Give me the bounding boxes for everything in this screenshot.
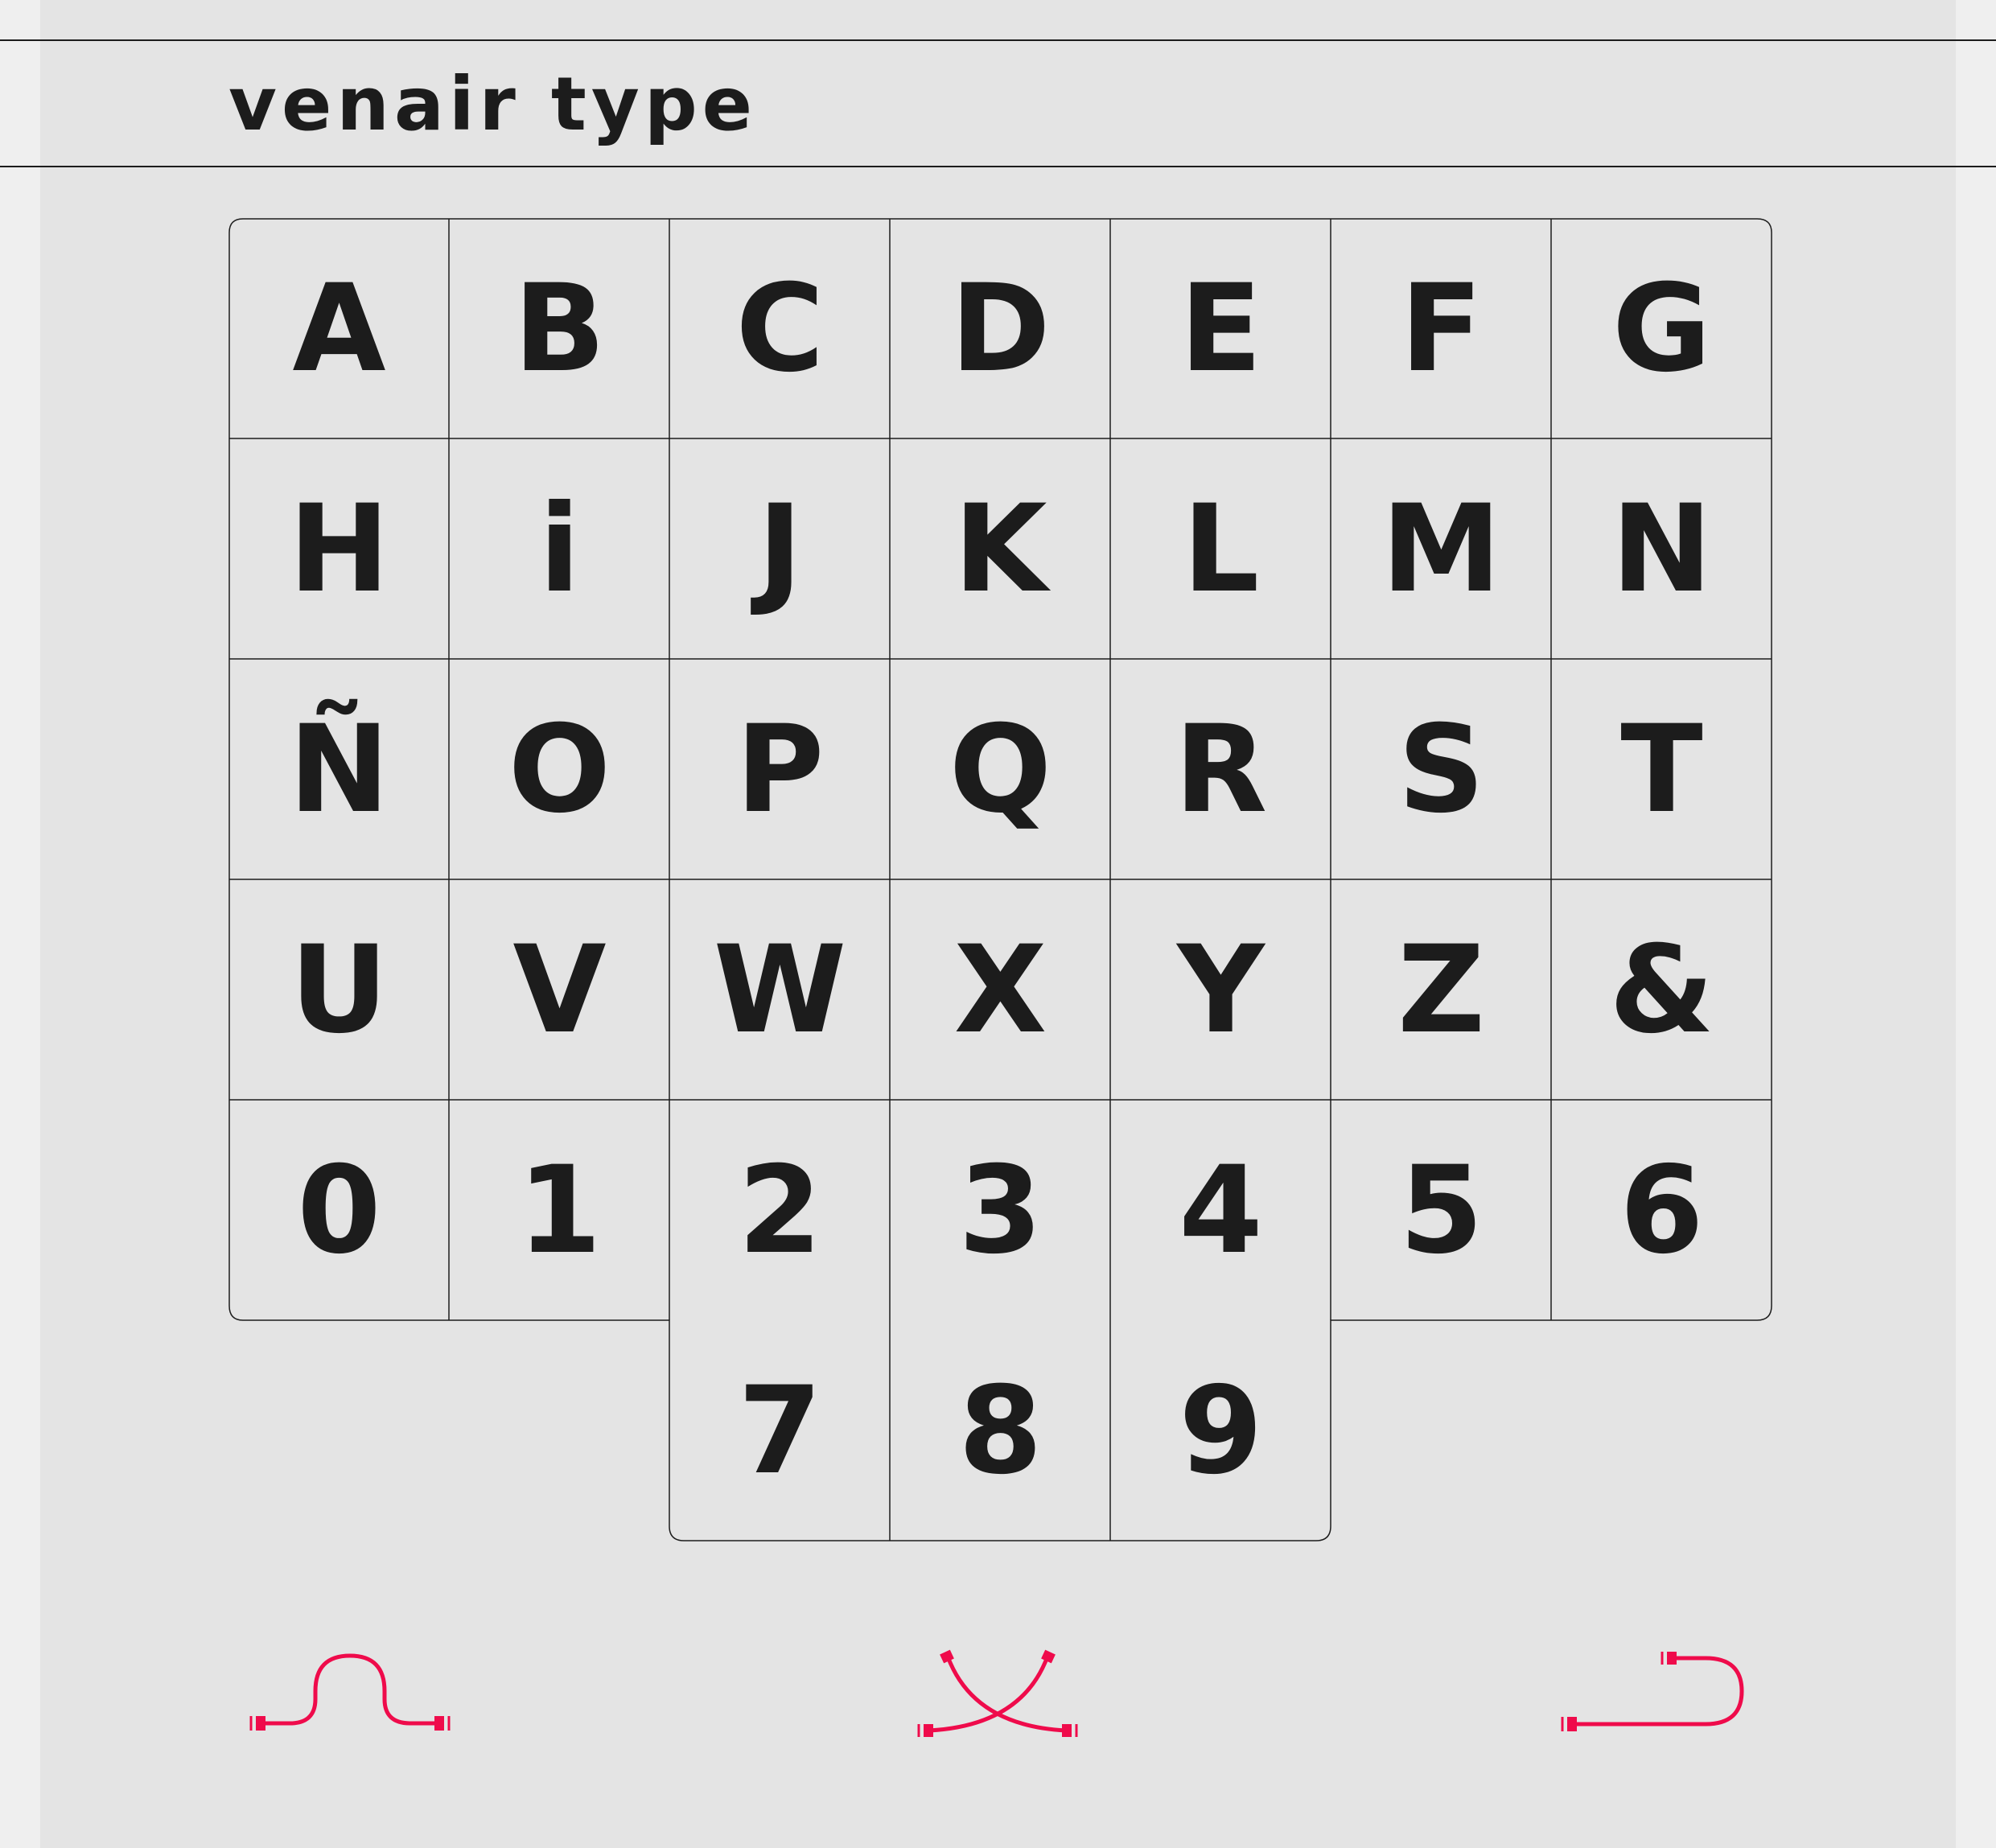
glyph-cell: T: [1620, 699, 1703, 840]
glyph-cell: X: [953, 920, 1047, 1060]
glyph-cell: G: [1611, 258, 1712, 399]
glyph-cell: Q: [949, 699, 1052, 840]
glyph-cell: 2: [738, 1140, 822, 1281]
glyph-cell: Y: [1177, 920, 1265, 1060]
glyph-cell: K: [953, 479, 1047, 619]
hook-curve-icon[interactable]: [1561, 1645, 1754, 1734]
glyph-grid: A B C D E F G Hi J K L M N Ñ O P Q R S T U V W X Y Z & 0 1 2 3 4 5 6 7 8 9: [228, 218, 1996, 1545]
glyph-cell: R: [1174, 699, 1268, 840]
glyph-cell: D: [950, 258, 1051, 399]
glyph-cell: 6: [1619, 1140, 1704, 1281]
glyph-cell: O: [508, 699, 611, 840]
glyph-cell: 1: [517, 1140, 602, 1281]
glyph-cell: M: [1381, 479, 1502, 619]
page-title: VenAir TYPE: [228, 61, 758, 147]
glyph-cell: i: [538, 479, 581, 619]
glyph-cell: E: [1179, 258, 1262, 399]
glyph-cell: &: [1609, 920, 1714, 1060]
glyph-cell: 3: [958, 1140, 1043, 1281]
glyph-cell: 0: [297, 1140, 381, 1281]
glyph-cell: S: [1397, 699, 1485, 840]
glyph-cell: W: [713, 920, 847, 1060]
glyph-cell: J: [757, 479, 803, 619]
glyph-cell: 5: [1399, 1140, 1484, 1281]
crossed-curves-icon[interactable]: [917, 1645, 1078, 1742]
glyph-cell: A: [292, 258, 386, 399]
glyph-cell: 8: [958, 1360, 1043, 1501]
glyph-cell: F: [1400, 258, 1483, 399]
glyph-cell: 4: [1179, 1140, 1263, 1281]
glyph-cell: N: [1611, 479, 1713, 619]
glyph-cell: Ñ: [288, 699, 390, 840]
glyph-cell: 7: [738, 1360, 822, 1501]
glyph-cell: P: [735, 699, 825, 840]
glyph-cell: H: [288, 479, 390, 619]
glyph-cell: C: [735, 258, 825, 399]
glyph-cell: B: [513, 258, 606, 399]
glyph-cell: 9: [1179, 1360, 1263, 1501]
header-top-rule: [0, 39, 1996, 41]
wave-curve-icon[interactable]: [249, 1649, 459, 1738]
glyph-cell: Z: [1397, 920, 1485, 1060]
header-bottom-rule: [0, 166, 1996, 167]
glyph-cell: L: [1182, 479, 1260, 619]
glyph-cell: U: [290, 920, 389, 1060]
glyph-cell: V: [512, 920, 607, 1060]
